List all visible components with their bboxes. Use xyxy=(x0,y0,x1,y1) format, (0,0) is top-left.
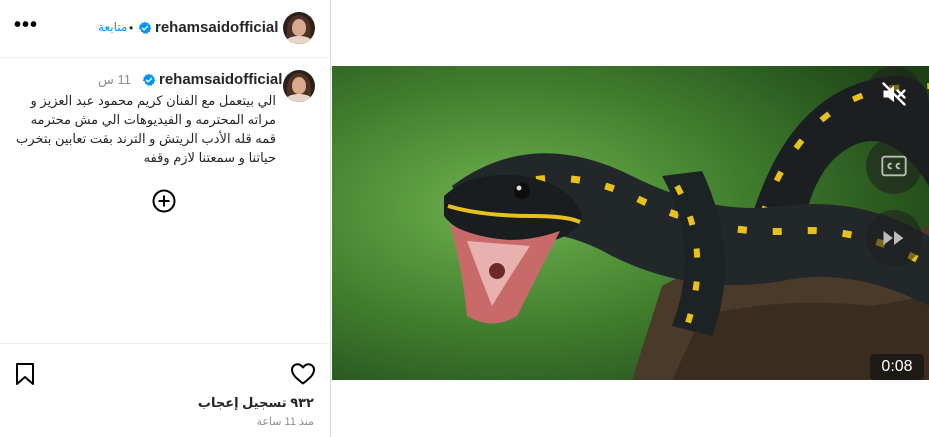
verified-badge-icon xyxy=(142,73,156,86)
actions-divider xyxy=(0,343,330,344)
unmute-button[interactable] xyxy=(866,66,922,122)
bookmark-icon[interactable] xyxy=(14,362,36,386)
follow-button[interactable]: متابعة xyxy=(98,20,127,34)
fast-forward-icon xyxy=(883,231,904,245)
header-username[interactable]: rehamsaidofficial xyxy=(155,19,278,36)
captions-icon xyxy=(881,155,907,177)
add-circle-icon[interactable] xyxy=(152,189,176,213)
video-duration: 0:08 xyxy=(870,354,924,380)
snake-video-frame xyxy=(332,66,929,380)
captions-button[interactable] xyxy=(866,138,922,194)
post-timestamp[interactable]: منذ 11 ساعة xyxy=(256,415,314,428)
separator-dot: • xyxy=(129,21,134,35)
heart-icon[interactable] xyxy=(290,362,316,386)
likes-count[interactable]: ٩٣٢ تسجيل إعجاب xyxy=(198,395,314,411)
profile-avatar[interactable] xyxy=(283,12,315,44)
video-player[interactable]: 0:08 xyxy=(332,66,929,380)
caption-time: 11 س xyxy=(98,72,131,87)
caption-username[interactable]: rehamsaidofficial xyxy=(159,71,282,88)
caption-text: الي بيتعمل مع الفنان كريم محمود عبد العز… xyxy=(16,93,276,165)
verified-badge-icon xyxy=(138,21,152,34)
fast-forward-button[interactable] xyxy=(866,210,922,266)
unmute-icon xyxy=(882,82,906,106)
caption-avatar[interactable] xyxy=(283,70,315,102)
post-sidebar: ••• متابعة • rehamsaidofficial rehamsaid… xyxy=(0,0,331,437)
post-header: ••• متابعة • rehamsaidofficial xyxy=(0,0,330,58)
more-options-icon[interactable]: ••• xyxy=(14,15,37,38)
